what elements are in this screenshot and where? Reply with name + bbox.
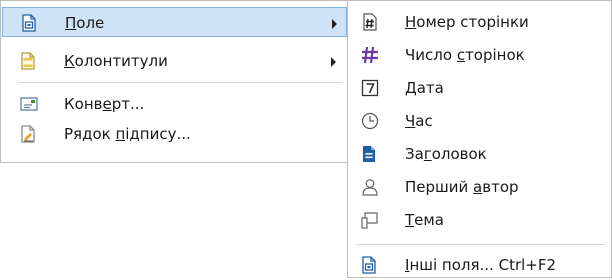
submenu-item-subject[interactable]: Тема [349,205,610,235]
submenu-item-title[interactable]: Заголовок [349,139,610,169]
insert-menu: Поле Колонтитули Конверт... Рядок підпис… [0,0,349,163]
menu-item-header-footer[interactable]: Колонтитули [2,46,347,76]
menu-item-label: Конверт... [64,95,145,113]
menu-item-envelope[interactable]: Конверт... [2,89,347,119]
envelope-icon [20,95,38,113]
header-footer-icon [20,52,36,70]
submenu-item-more-fields[interactable]: Інші поля... Ctrl+F2 [349,250,610,280]
menu-item-signature-line[interactable]: Рядок підпису... [2,119,347,149]
menu-item-label: Число сторінок [405,46,525,64]
page-count-icon [361,46,379,64]
page-number-icon [361,13,379,31]
submenu-item-page-number[interactable]: Номер сторінки [349,7,610,37]
submenu-item-date[interactable]: Дата [349,73,610,103]
menu-separator [19,82,342,83]
menu-item-label: Рядок підпису... [64,125,191,143]
menu-item-label: Номер сторінки [405,13,529,31]
title-doc-icon [361,145,377,163]
submenu-item-time[interactable]: Час [349,106,610,136]
menu-item-label: Тема [405,211,444,229]
menu-item-label: Час [405,112,433,130]
menu-item-label: Дата [405,79,444,97]
clock-icon [361,112,379,130]
more-fields-icon [361,256,377,274]
menu-item-label: Заголовок [405,145,487,163]
menu-separator [356,244,605,245]
signature-line-icon [20,125,36,143]
menu-item-field[interactable]: Поле [2,7,347,37]
shortcut-label: Ctrl+F2 [498,256,557,274]
submenu-arrow-icon [332,19,337,29]
menu-item-label: Інші поля... Ctrl+F2 [405,256,557,274]
author-icon [361,178,379,196]
date-icon [361,79,379,97]
subject-icon [361,211,379,229]
submenu-arrow-icon [331,57,336,67]
field-doc-icon [21,14,37,32]
field-submenu: Номер сторінки Число сторінок Дата Час З… [347,0,612,278]
menu-item-label: Колонтитули [64,52,168,70]
menu-item-label: Перший автор [405,178,519,196]
submenu-item-page-count[interactable]: Число сторінок [349,40,610,70]
menu-item-label: Поле [65,14,105,32]
submenu-item-first-author[interactable]: Перший автор [349,172,610,202]
